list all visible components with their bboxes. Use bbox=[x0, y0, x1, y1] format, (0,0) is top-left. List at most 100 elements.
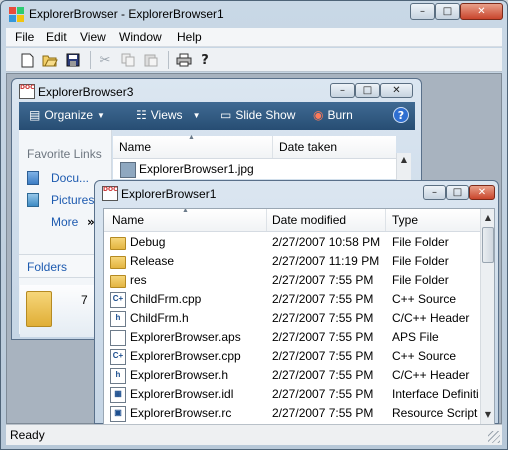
child-minimize-button[interactable]: – bbox=[423, 185, 446, 200]
image-file-icon bbox=[120, 162, 136, 178]
views-button[interactable]: ☷ Views ▼ bbox=[136, 108, 200, 122]
print-icon[interactable] bbox=[175, 51, 193, 69]
new-file-icon[interactable] bbox=[18, 51, 36, 69]
documents-icon bbox=[27, 171, 39, 185]
cell-date: 2/27/2007 7:55 PM bbox=[272, 273, 374, 287]
file-list-header: Name ▲ Date taken bbox=[113, 134, 396, 159]
cell-date: 2/27/2007 10:58 PM bbox=[272, 235, 381, 249]
menu-window[interactable]: Window bbox=[119, 30, 162, 44]
cell-date: 2/27/2007 7:55 PM bbox=[272, 368, 374, 382]
cell-name: res bbox=[130, 273, 147, 287]
cell-name: Release bbox=[130, 254, 175, 268]
child-maximize-button[interactable]: □ bbox=[446, 185, 469, 200]
app-icon bbox=[9, 7, 24, 22]
cell-type: Resource Script bbox=[392, 406, 478, 420]
table-row[interactable]: h ExplorerBrowser.h 2/27/2007 7:55 PM C/C++… bbox=[104, 366, 480, 385]
slideshow-button[interactable]: ▭ Slide Show bbox=[220, 108, 295, 122]
cell-date: 2/27/2007 7:55 PM bbox=[272, 330, 374, 344]
help-icon[interactable]: ? bbox=[393, 107, 409, 123]
minimize-button[interactable]: – bbox=[410, 3, 435, 20]
child-maximize-button[interactable]: □ bbox=[355, 83, 380, 98]
vertical-scrollbar[interactable]: ▲ bbox=[396, 153, 411, 181]
menu-edit[interactable]: Edit bbox=[46, 30, 67, 44]
child-window-title: ExplorerBrowser1 bbox=[121, 187, 217, 201]
menu-help[interactable]: Help bbox=[177, 30, 202, 44]
cell-name: ExplorerBrowser.h bbox=[130, 368, 229, 382]
paste-icon[interactable] bbox=[142, 51, 160, 69]
window-title: ExplorerBrowser - ExplorerBrowser1 bbox=[29, 7, 224, 21]
scroll-up-icon[interactable]: ▲ bbox=[397, 153, 411, 167]
child-window-explorerbrowser1: DOC ExplorerBrowser1 – □ ✕ Name ▲ Date m… bbox=[94, 180, 499, 425]
toolbar-separator bbox=[168, 51, 169, 69]
table-row[interactable]: ▦ ExplorerBrowser.idl 2/27/2007 7:55 PM Int… bbox=[104, 385, 480, 404]
link-documents[interactable]: Docu... bbox=[51, 171, 89, 185]
menu-view[interactable]: View bbox=[80, 30, 106, 44]
idl-file-icon: ▦ bbox=[110, 387, 126, 403]
cell-name: ExplorerBrowser.aps bbox=[130, 330, 241, 344]
scroll-thumb[interactable] bbox=[482, 227, 494, 263]
document-icon: DOC bbox=[102, 186, 118, 201]
header-file-icon: h bbox=[110, 368, 126, 384]
cut-icon[interactable]: ✂ bbox=[96, 51, 114, 69]
resource-file-icon: ▣ bbox=[110, 406, 126, 422]
cell-type: C++ Source bbox=[392, 292, 457, 306]
command-bar: ▤ Organize ▼ ☷ Views ▼ ▭ Slide Show ◉ Bu… bbox=[19, 102, 415, 130]
scroll-down-icon[interactable]: ▼ bbox=[481, 408, 494, 422]
resize-grip-icon[interactable] bbox=[488, 431, 500, 443]
favorite-links-heading: Favorite Links bbox=[27, 147, 102, 161]
table-row[interactable]: ExplorerBrowser.aps 2/27/2007 7:55 PM APS … bbox=[104, 328, 480, 347]
folders-label: Folders bbox=[27, 260, 68, 274]
cell-type: C++ Source bbox=[392, 349, 457, 363]
table-row[interactable]: Release 2/27/2007 11:19 PM File Folder bbox=[104, 252, 480, 271]
table-row[interactable]: Debug 2/27/2007 10:58 PM File Folder bbox=[104, 233, 480, 252]
folder-icon bbox=[110, 256, 126, 269]
item-count: 7 bbox=[81, 293, 88, 307]
column-date-header[interactable]: Date modified bbox=[272, 213, 346, 227]
cell-date: 2/27/2007 7:55 PM bbox=[272, 406, 374, 420]
link-more[interactable]: More bbox=[51, 215, 78, 229]
child-close-button[interactable]: ✕ bbox=[380, 83, 413, 98]
folder-icon bbox=[26, 291, 52, 327]
child-minimize-button[interactable]: – bbox=[330, 83, 355, 98]
link-pictures[interactable]: Pictures bbox=[51, 193, 94, 207]
burn-button[interactable]: ◉ Burn bbox=[313, 108, 353, 122]
save-icon[interactable] bbox=[64, 51, 82, 69]
table-row[interactable]: C+ ExplorerBrowser.cpp 2/27/2007 7:55 PM C+… bbox=[104, 347, 480, 366]
folder-icon bbox=[110, 237, 126, 250]
toolbar-separator bbox=[90, 51, 91, 69]
organize-icon: ▤ bbox=[29, 108, 41, 122]
menu-file[interactable]: File bbox=[15, 30, 34, 44]
column-name-header[interactable]: Name bbox=[119, 140, 151, 154]
cell-date: 2/27/2007 7:55 PM bbox=[272, 349, 374, 363]
maximize-button[interactable]: □ bbox=[435, 3, 460, 20]
details-pane: 7 bbox=[20, 285, 100, 337]
vertical-scrollbar[interactable]: ▲ ▼ bbox=[480, 209, 494, 424]
table-row[interactable]: ▣ ExplorerBrowser.rc 2/27/2007 7:55 PM Reso… bbox=[104, 404, 480, 423]
copy-icon[interactable] bbox=[119, 51, 137, 69]
slideshow-label: Slide Show bbox=[235, 108, 296, 122]
cell-type: C/C++ Header bbox=[392, 368, 470, 382]
cell-name: ChildFrm.h bbox=[130, 311, 189, 325]
child-close-button[interactable]: ✕ bbox=[469, 185, 495, 200]
open-folder-icon[interactable] bbox=[41, 51, 59, 69]
table-row[interactable]: res 2/27/2007 7:55 PM File Folder bbox=[104, 271, 480, 290]
cell-type: File Folder bbox=[392, 273, 449, 287]
cell-name: ExplorerBrowser.idl bbox=[130, 387, 234, 401]
organize-button[interactable]: ▤ Organize ▼ bbox=[29, 108, 105, 122]
file-list: Name ▲ Date modified Type Debug 2/27/2007… bbox=[103, 208, 495, 425]
column-date-taken-header[interactable]: Date taken bbox=[279, 140, 337, 154]
cell-name: ExplorerBrowser.rc bbox=[130, 406, 232, 420]
help-icon[interactable]: ? bbox=[196, 51, 214, 69]
close-button[interactable]: ✕ bbox=[460, 3, 503, 20]
column-separator bbox=[266, 209, 267, 231]
file-name[interactable]: ExplorerBrowser1.jpg bbox=[139, 162, 254, 176]
scroll-up-icon[interactable]: ▲ bbox=[481, 211, 494, 225]
table-row[interactable]: C+ ChildFrm.cpp 2/27/2007 7:55 PM C++ Sourc… bbox=[104, 290, 480, 309]
column-separator bbox=[272, 136, 273, 158]
column-type-header[interactable]: Type bbox=[392, 213, 418, 227]
cell-date: 2/27/2007 7:55 PM bbox=[272, 387, 374, 401]
table-row[interactable]: h ChildFrm.h 2/27/2007 7:55 PM C/C++ Header bbox=[104, 309, 480, 328]
column-name-header[interactable]: Name bbox=[112, 213, 144, 227]
cell-name: ChildFrm.cpp bbox=[130, 292, 202, 306]
chevron-down-icon: ▼ bbox=[192, 110, 201, 120]
